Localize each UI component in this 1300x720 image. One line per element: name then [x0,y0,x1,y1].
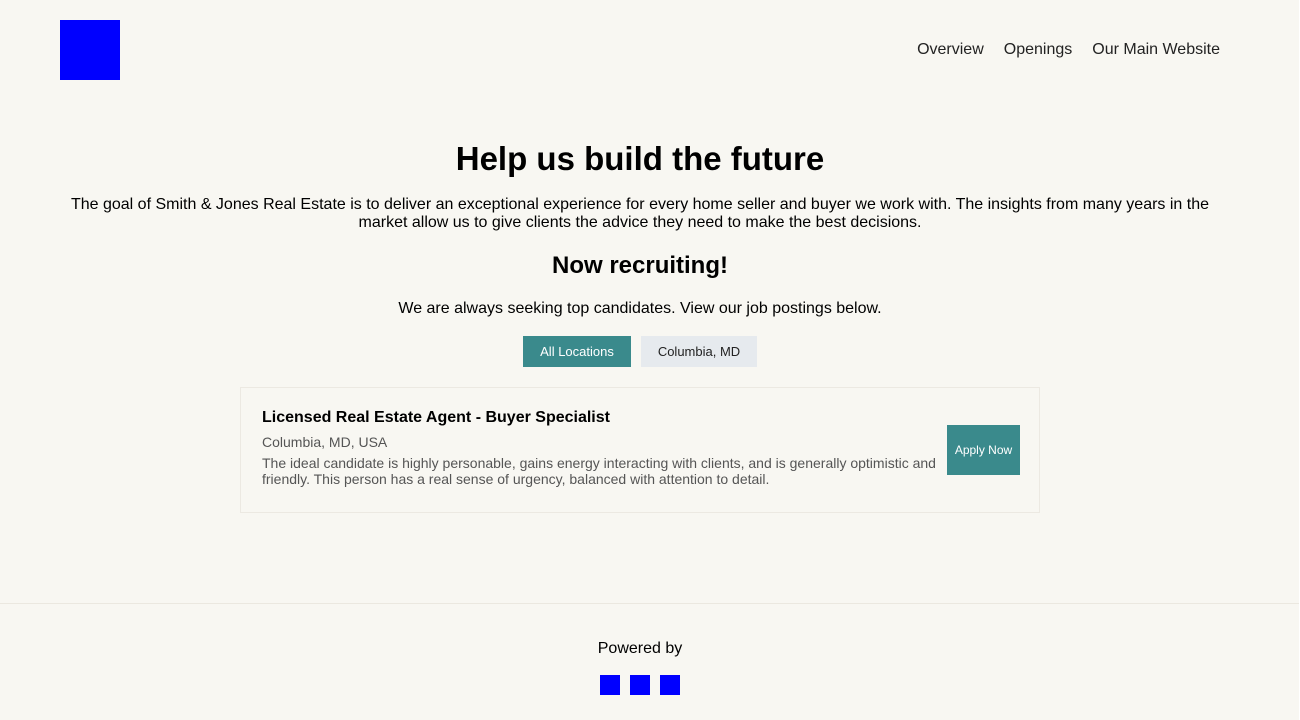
nav-main-website-link[interactable]: Our Main Website [1092,40,1220,60]
recruiting-subtext: We are always seeking top candidates. Vi… [398,300,882,317]
location-filters: All Locations Columbia, MD [0,336,1300,367]
social-icon[interactable] [600,675,620,695]
filter-all-locations-button[interactable]: All Locations [523,336,631,367]
powered-by-text: Powered by [597,640,683,657]
company-logo-icon[interactable] [60,20,120,80]
footer-icons [600,675,680,695]
careers-page: Overview Openings Our Main Website Help … [0,0,1300,720]
job-title[interactable]: Licensed Real Estate Agent - Buyer Speci… [262,409,610,427]
company-intro: The goal of Smith & Jones Real Estate is… [70,196,1210,231]
recruiting-heading: Now recruiting! [551,252,728,279]
hero-section: Help us build the future The goal of Smi… [60,138,1220,319]
footer: Powered by [0,603,1300,720]
job-description: The ideal candidate is highly personable… [262,455,936,487]
main-nav: Overview Openings Our Main Website [917,40,1220,60]
job-card[interactable]: Licensed Real Estate Agent - Buyer Speci… [240,387,1040,513]
apply-now-button[interactable]: Apply Now [947,425,1020,475]
nav-overview-link[interactable]: Overview [917,40,984,60]
job-location: Columbia, MD, USA [262,434,388,450]
page-title: Help us build the future [455,140,825,177]
header: Overview Openings Our Main Website [0,0,1300,100]
filter-columbia-md-button[interactable]: Columbia, MD [641,336,757,367]
nav-openings-link[interactable]: Openings [1004,40,1073,60]
social-icon[interactable] [660,675,680,695]
social-icon[interactable] [630,675,650,695]
